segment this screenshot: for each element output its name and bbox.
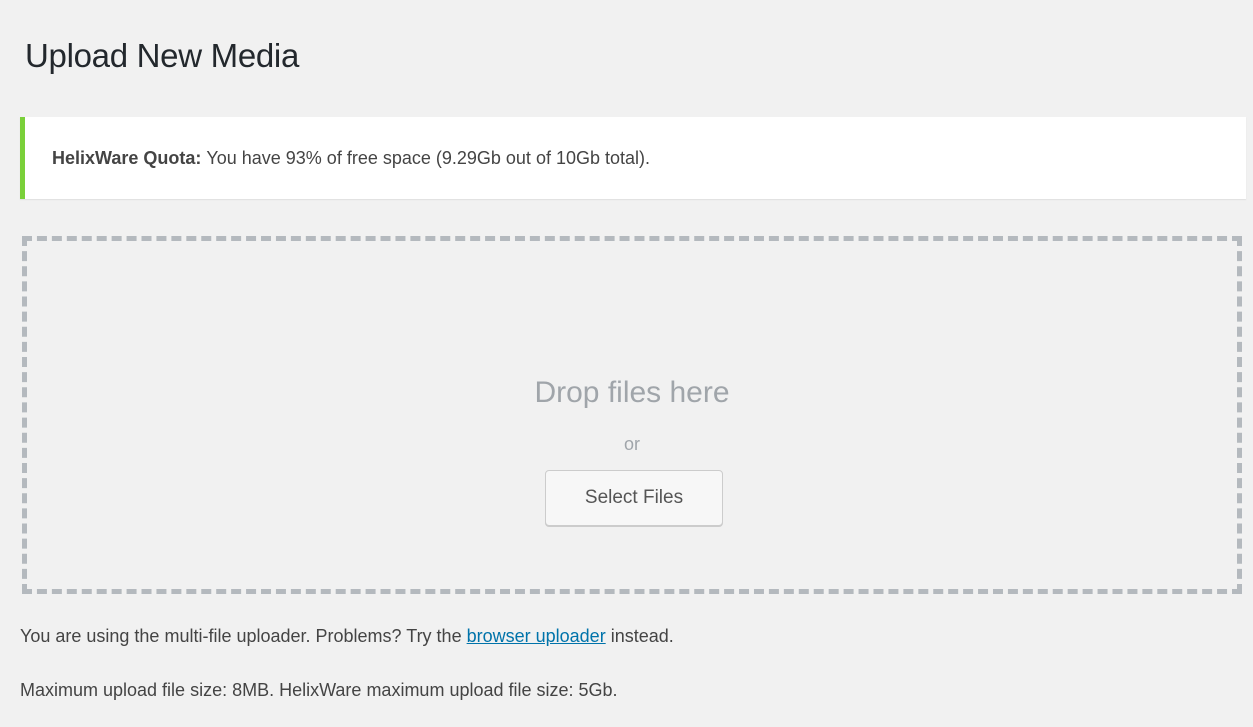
drop-zone[interactable]: Drop files here or Select Files [22,236,1242,594]
select-files-button[interactable]: Select Files [545,470,723,526]
or-text: or [623,434,640,454]
quota-label: HelixWare Quota: [52,147,202,168]
browser-uploader-link[interactable]: browser uploader [467,626,606,646]
multi-file-prefix: You are using the multi-file uploader. P… [20,626,462,646]
multi-file-uploader-info: You are using the multi-file uploader. P… [20,624,674,648]
multi-file-suffix: instead. [610,626,674,646]
quota-message: You have 93% of free space (9.29Gb out o… [206,147,651,168]
max-upload-size-text: Maximum upload file size: 8MB. HelixWare… [20,680,618,700]
page-title: Upload New Media [25,37,300,74]
drop-files-text: Drop files here [534,376,730,409]
quota-notice: HelixWare Quota: You have 93% of free sp… [20,117,1246,199]
